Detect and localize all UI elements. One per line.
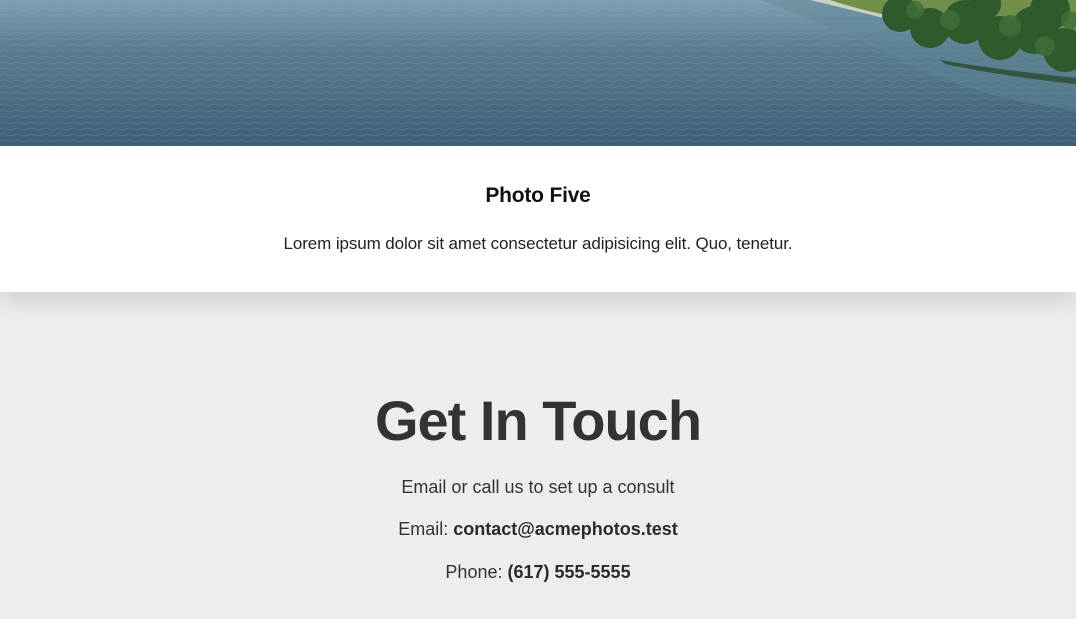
email-link[interactable]: contact@acmephotos.test [453,519,678,539]
photo-image [0,0,1076,146]
phone-link[interactable]: (617) 555-5555 [507,562,630,582]
email-label: Email: [398,519,454,539]
contact-intro: Email or call us to set up a consult [401,477,675,497]
photo-title: Photo Five [485,184,591,207]
photo-card: Photo Five Lorem ipsum dolor sit amet co… [0,0,1076,292]
contact-heading: Get In Touch [374,389,702,452]
photo-caption: Photo Five Lorem ipsum dolor sit amet co… [0,146,1076,292]
photo-description: Lorem ipsum dolor sit amet consectetur a… [283,234,793,253]
contact-phone-line: Phone: (617) 555-5555 [0,560,1076,584]
phone-label: Phone: [445,562,508,582]
contact-section: Get In Touch Email or call us to set up … [0,292,1076,619]
water-landscape-image [0,0,1076,146]
contact-email-line: Email: contact@acmephotos.test [0,517,1076,541]
